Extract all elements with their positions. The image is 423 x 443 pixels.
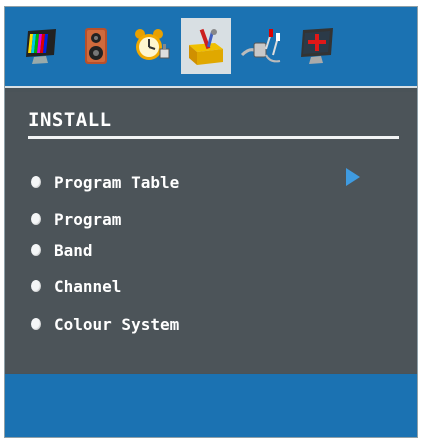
menu-item-label: Band <box>54 240 93 260</box>
menu-item-label: Program Table <box>54 172 180 192</box>
alarm-clock-feature-icon <box>135 29 170 60</box>
menu-tab-bar <box>5 7 417 88</box>
bullet-icon <box>31 318 41 330</box>
bullet-icon <box>31 213 41 225</box>
menu-item-channel[interactable]: Channel <box>31 274 121 298</box>
menu-item-label: Colour System <box>54 314 180 334</box>
menu-title: INSTALL <box>28 109 112 131</box>
bullet-icon <box>31 244 41 256</box>
status-bar <box>5 374 417 437</box>
tab-feature[interactable] <box>126 18 176 74</box>
menu-item-label: Channel <box>54 276 122 296</box>
pc-monitor-icon <box>301 28 333 64</box>
install-menu-panel: INSTALL Program Table Program Band Chann… <box>5 92 417 373</box>
toolbox-install-icon <box>189 28 223 65</box>
menu-item-program[interactable]: Program <box>31 207 121 231</box>
bullet-icon <box>31 280 41 292</box>
source-cables-icon <box>240 29 281 63</box>
menu-item-band[interactable]: Band <box>31 238 93 262</box>
tab-picture[interactable] <box>16 18 66 74</box>
tv-picture-icon <box>26 29 56 64</box>
tv-osd-window: INSTALL Program Table Program Band Chann… <box>4 6 418 438</box>
menu-item-colour-system[interactable]: Colour System <box>31 312 179 336</box>
submenu-arrow-icon[interactable] <box>346 168 360 186</box>
tab-sound[interactable] <box>71 18 121 74</box>
tab-pc-settings[interactable] <box>291 18 341 74</box>
menu-item-label: Program <box>54 209 122 229</box>
menu-item-program-table[interactable]: Program Table <box>31 170 179 194</box>
tab-install[interactable] <box>181 18 231 74</box>
tab-source[interactable] <box>236 18 286 74</box>
bullet-icon <box>31 176 41 188</box>
title-underline <box>28 136 399 139</box>
speaker-sound-icon <box>85 28 107 64</box>
